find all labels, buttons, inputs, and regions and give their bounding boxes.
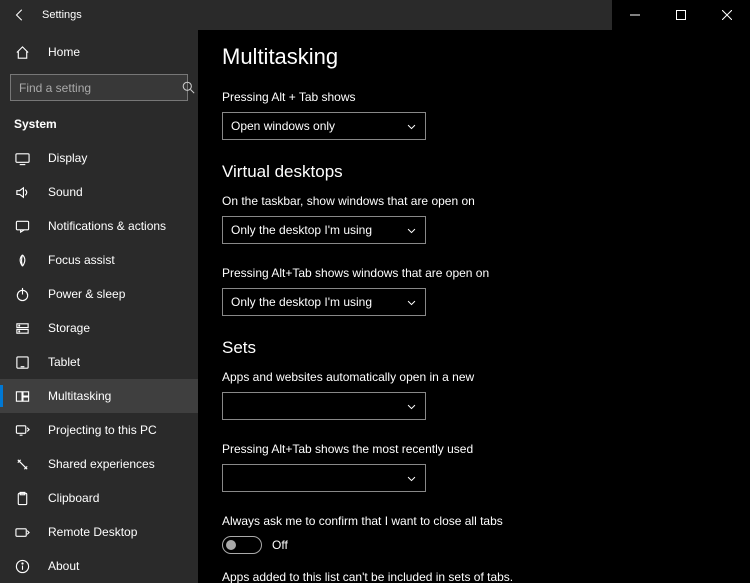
sets-confirm-toggle[interactable] <box>222 536 262 554</box>
about-icon <box>14 558 30 574</box>
shared-experiences-icon <box>14 456 30 472</box>
sidebar-item-tablet[interactable]: Tablet <box>0 345 198 379</box>
titlebar: Settings <box>0 0 750 30</box>
sidebar-home-label: Home <box>48 45 80 59</box>
sidebar-item-sound[interactable]: Sound <box>0 175 198 209</box>
sidebar-home[interactable]: Home <box>0 36 198 68</box>
sidebar-item-label: Projecting to this PC <box>48 423 157 437</box>
maximize-button[interactable] <box>658 0 704 30</box>
sidebar-item-label: Display <box>48 151 87 165</box>
search-icon <box>182 81 195 94</box>
sidebar: Home System Display Sound Notifications … <box>0 30 198 583</box>
search-input[interactable] <box>10 74 188 101</box>
chevron-down-icon <box>406 297 417 308</box>
sidebar-item-label: Remote Desktop <box>48 525 137 539</box>
toggle-knob <box>226 540 236 550</box>
chevron-down-icon <box>406 225 417 236</box>
toggle-state: Off <box>272 538 288 552</box>
sidebar-item-shared-experiences[interactable]: Shared experiences <box>0 447 198 481</box>
chevron-down-icon <box>406 121 417 132</box>
sidebar-item-label: Storage <box>48 321 90 335</box>
taskbar-show-label: On the taskbar, show windows that are op… <box>222 194 726 208</box>
sets-confirm-toggle-row: Off <box>222 536 726 554</box>
sets-recent-dropdown[interactable] <box>222 464 426 492</box>
focus-assist-icon <box>14 252 30 268</box>
search-field[interactable] <box>19 81 174 95</box>
chevron-down-icon <box>406 473 417 484</box>
alttab-virtual-label: Pressing Alt+Tab shows windows that are … <box>222 266 726 280</box>
sets-heading: Sets <box>222 338 726 358</box>
window-controls <box>612 0 750 30</box>
alt-tab-label: Pressing Alt + Tab shows <box>222 90 726 104</box>
sets-recent-label: Pressing Alt+Tab shows the most recently… <box>222 442 726 456</box>
sidebar-item-focus-assist[interactable]: Focus assist <box>0 243 198 277</box>
sidebar-item-label: Sound <box>48 185 83 199</box>
minimize-button[interactable] <box>612 0 658 30</box>
projecting-icon <box>14 422 30 438</box>
storage-icon <box>14 320 30 336</box>
power-icon <box>14 286 30 302</box>
virtual-desktops-heading: Virtual desktops <box>222 162 726 182</box>
sidebar-item-projecting[interactable]: Projecting to this PC <box>0 413 198 447</box>
sound-icon <box>14 184 30 200</box>
sets-confirm-label: Always ask me to confirm that I want to … <box>222 514 726 528</box>
dropdown-value: Only the desktop I'm using <box>231 223 372 237</box>
sidebar-item-notifications[interactable]: Notifications & actions <box>0 209 198 243</box>
titlebar-left: Settings <box>0 7 82 23</box>
sidebar-item-multitasking[interactable]: Multitasking <box>0 379 198 413</box>
sidebar-item-remote-desktop[interactable]: Remote Desktop <box>0 515 198 549</box>
dropdown-value: Only the desktop I'm using <box>231 295 372 309</box>
multitasking-icon <box>14 388 30 404</box>
sidebar-item-display[interactable]: Display <box>0 141 198 175</box>
chevron-down-icon <box>406 401 417 412</box>
clipboard-icon <box>14 490 30 506</box>
remote-desktop-icon <box>14 524 30 540</box>
sidebar-item-label: Notifications & actions <box>48 219 166 233</box>
sets-open-dropdown[interactable] <box>222 392 426 420</box>
tablet-icon <box>14 354 30 370</box>
sets-exclusion-note: Apps added to this list can't be include… <box>222 570 726 583</box>
sidebar-item-label: Shared experiences <box>48 457 155 471</box>
taskbar-show-dropdown[interactable]: Only the desktop I'm using <box>222 216 426 244</box>
alt-tab-dropdown[interactable]: Open windows only <box>222 112 426 140</box>
sidebar-item-label: Focus assist <box>48 253 115 267</box>
sidebar-item-clipboard[interactable]: Clipboard <box>0 481 198 515</box>
close-button[interactable] <box>704 0 750 30</box>
notifications-icon <box>14 218 30 234</box>
sidebar-section-label: System <box>0 111 198 141</box>
sidebar-item-label: Power & sleep <box>48 287 125 301</box>
page-title: Multitasking <box>222 44 726 70</box>
back-icon[interactable] <box>12 7 28 23</box>
main-area: Home System Display Sound Notifications … <box>0 30 750 583</box>
home-icon <box>14 44 30 60</box>
dropdown-value: Open windows only <box>231 119 335 133</box>
sets-open-label: Apps and websites automatically open in … <box>222 370 726 384</box>
sidebar-item-label: Clipboard <box>48 491 99 505</box>
content: Multitasking Pressing Alt + Tab shows Op… <box>198 30 750 583</box>
sidebar-item-power-sleep[interactable]: Power & sleep <box>0 277 198 311</box>
alttab-virtual-dropdown[interactable]: Only the desktop I'm using <box>222 288 426 316</box>
sidebar-item-label: About <box>48 559 79 573</box>
sidebar-item-label: Multitasking <box>48 389 111 403</box>
sidebar-item-label: Tablet <box>48 355 80 369</box>
display-icon <box>14 150 30 166</box>
sidebar-item-about[interactable]: About <box>0 549 198 583</box>
window-title: Settings <box>42 9 82 21</box>
sidebar-item-storage[interactable]: Storage <box>0 311 198 345</box>
